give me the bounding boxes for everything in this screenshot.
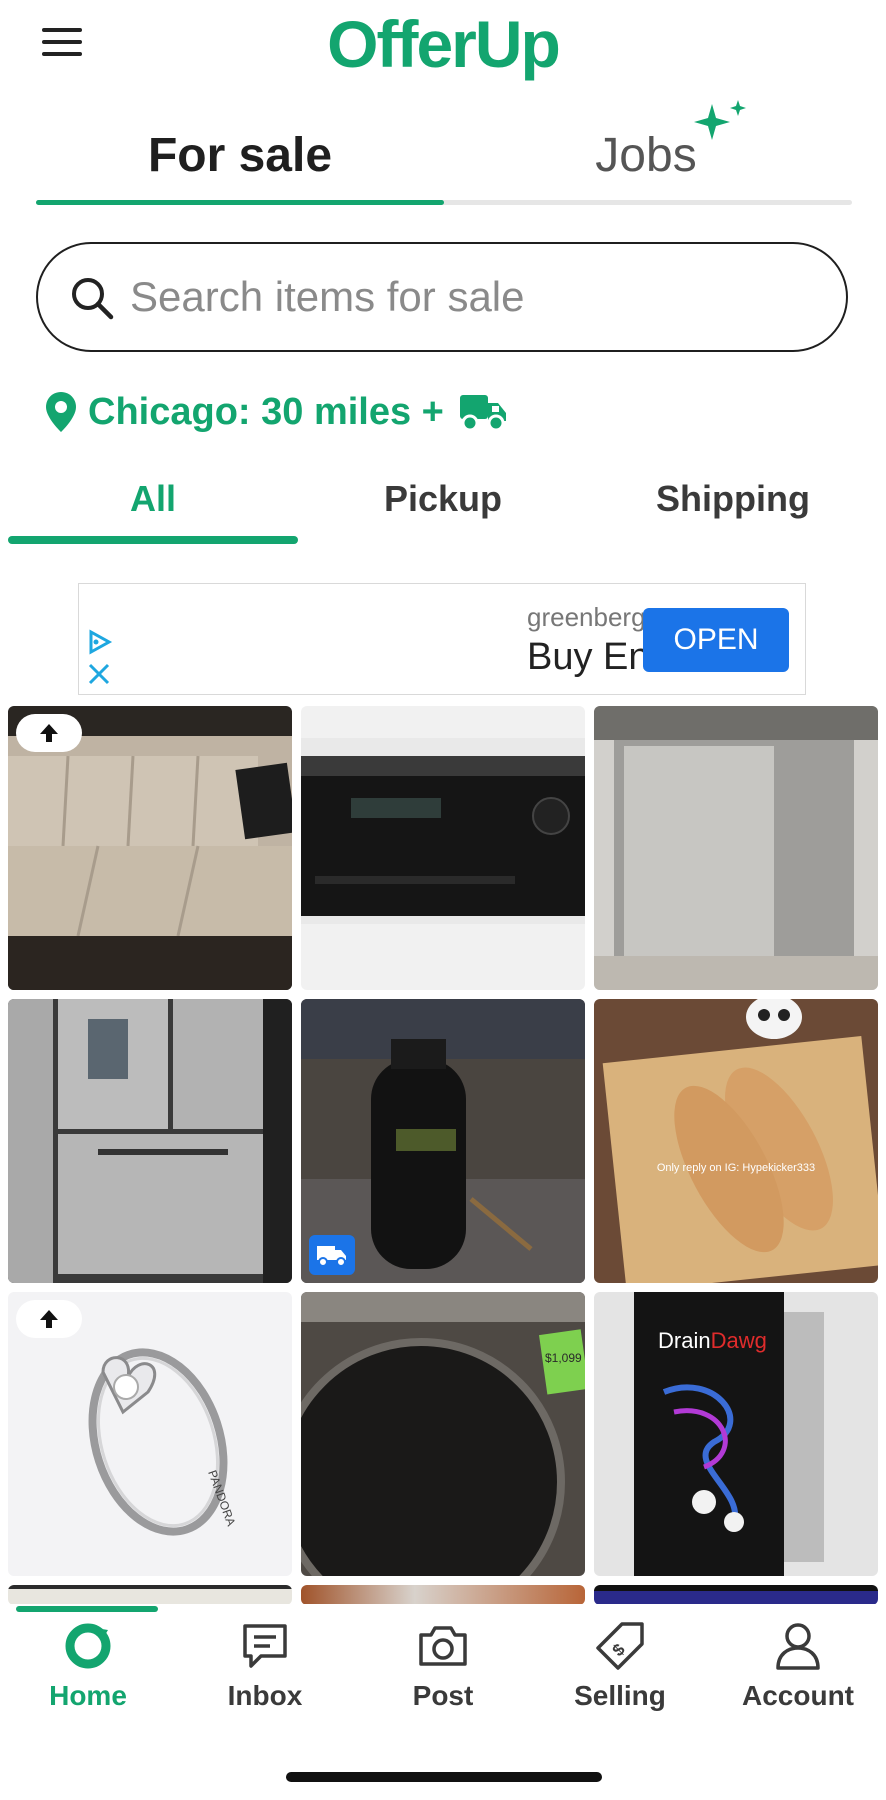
nav-post[interactable]: Post — [363, 1620, 523, 1712]
search-input[interactable] — [128, 268, 812, 326]
listing-partial-2[interactable] — [301, 1585, 585, 1605]
location-filter[interactable]: Chicago: 30 miles + — [44, 385, 508, 439]
nav-inbox-label: Inbox — [227, 1680, 303, 1711]
nav-home-label: Home — [49, 1680, 127, 1711]
home-icon — [65, 1623, 111, 1669]
drain-cleaner-brand-b: Dawg — [711, 1328, 767, 1353]
filter-tab-shipping[interactable]: Shipping — [588, 478, 878, 520]
loafers-image: Only reply on IG: Hypekicker333 — [594, 999, 878, 1283]
ad-close-icon[interactable] — [87, 662, 111, 686]
home-indicator-bar — [286, 1772, 602, 1782]
listing-washer[interactable]: $1,099 — [301, 1292, 585, 1576]
nav-selling[interactable]: $ Selling — [540, 1620, 700, 1712]
washer-image: $1,099 — [301, 1292, 585, 1576]
shipping-badge — [309, 1235, 355, 1275]
boost-badge — [16, 1300, 82, 1338]
listing-partial-1[interactable] — [8, 1585, 292, 1605]
listing-ring[interactable]: PANDORA — [8, 1292, 292, 1576]
nav-selling-label: Selling — [574, 1680, 666, 1711]
tabs-active-indicator — [36, 200, 444, 205]
nav-account[interactable]: Account — [718, 1620, 878, 1712]
listing-loafers[interactable]: Only reply on IG: Hypekicker333 — [594, 999, 878, 1283]
search-icon — [72, 278, 114, 320]
offerup-logo: OfferUp — [327, 7, 561, 81]
av-receiver-image — [301, 706, 585, 990]
tab-jobs[interactable]: Jobs — [496, 128, 796, 183]
search-bar[interactable] — [36, 242, 848, 352]
watermark-text: Only reply on IG: Hypekicker333 — [657, 1162, 815, 1174]
svg-text:DrainDawg: DrainDawg — [658, 1328, 767, 1353]
truck-icon — [317, 1246, 346, 1267]
listing-drain-cleaner[interactable]: DrainDawg — [594, 1292, 878, 1576]
arrow-up-icon — [40, 724, 58, 742]
filter-tab-pickup[interactable]: Pickup — [298, 478, 588, 520]
truck-icon — [459, 395, 506, 432]
ad-banner[interactable]: greenberg Buy En OPEN — [78, 583, 806, 695]
listing-dishwasher[interactable] — [594, 706, 878, 990]
price-tag-text: $1,099 — [545, 1351, 582, 1365]
listing-partial-3[interactable] — [594, 1585, 878, 1605]
sparkle-icon — [694, 100, 746, 140]
drain-cleaner-brand-a: Drain — [658, 1328, 711, 1353]
nav-post-label: Post — [412, 1680, 474, 1711]
price-tag-icon: $ — [596, 1622, 644, 1670]
listing-refrigerator[interactable] — [8, 999, 292, 1283]
nav-active-indicator — [16, 1606, 158, 1612]
filter-tab-all[interactable]: All — [8, 478, 298, 520]
listing-sofa[interactable] — [8, 706, 292, 990]
arrow-up-icon — [40, 1310, 58, 1328]
drain-cleaner-image: DrainDawg — [594, 1292, 878, 1576]
ad-open-button[interactable]: OPEN — [643, 608, 789, 672]
ad-headline: Buy En — [527, 636, 650, 678]
nav-account-label: Account — [742, 1680, 854, 1711]
map-pin-icon — [46, 392, 76, 432]
tab-for-sale[interactable]: For sale — [90, 128, 390, 183]
svg-text:$: $ — [609, 1640, 630, 1661]
ad-choices-icon[interactable] — [85, 628, 113, 656]
filter-active-indicator — [8, 536, 298, 544]
inbox-icon — [243, 1624, 287, 1668]
person-icon — [776, 1623, 820, 1670]
camera-icon — [419, 1626, 467, 1666]
nav-home[interactable]: Home — [8, 1620, 168, 1712]
dishwasher-image — [594, 706, 878, 990]
ad-sponsor: greenberg — [527, 602, 646, 632]
location-label: Chicago: 30 miles + — [88, 390, 444, 433]
listing-concrete-sprayer[interactable] — [301, 999, 585, 1283]
refrigerator-image — [8, 999, 292, 1283]
nav-inbox[interactable]: Inbox — [185, 1620, 345, 1712]
listing-av-receiver[interactable] — [301, 706, 585, 990]
boost-badge — [16, 714, 82, 752]
